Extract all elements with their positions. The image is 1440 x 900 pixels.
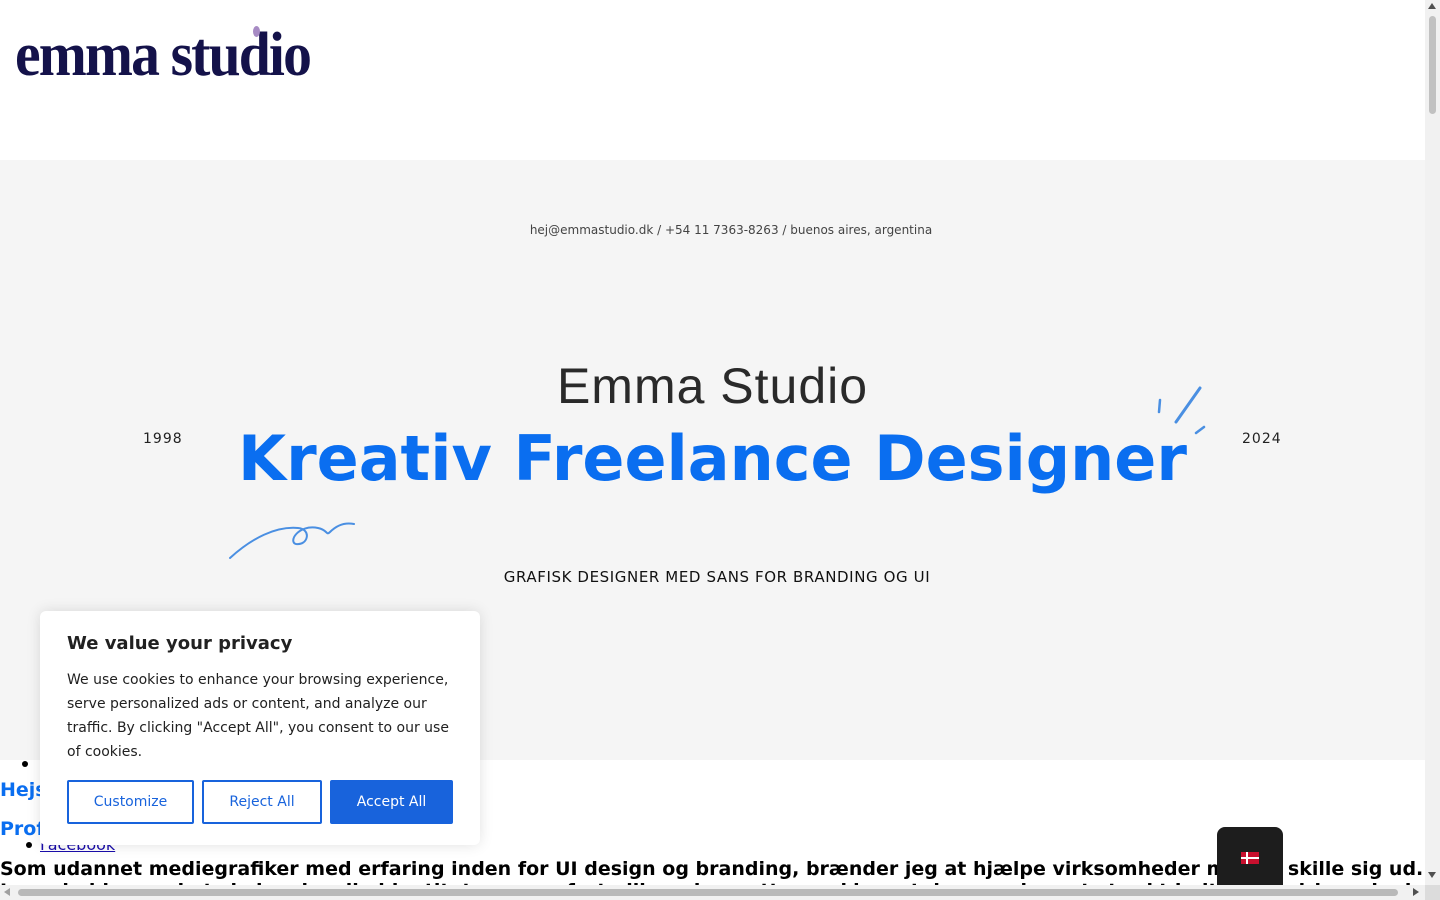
- page: emma studio hej@emmastudio.dk / +54 11 7…: [0, 0, 1440, 900]
- logo[interactable]: emma studio: [15, 18, 312, 92]
- customize-button[interactable]: Customize: [67, 780, 194, 824]
- hero-tagline: GRAFISK DESIGNER MED SANS FOR BRANDING O…: [503, 568, 931, 586]
- accept-all-button[interactable]: Accept All: [330, 780, 453, 824]
- scrollbar-corner: [1425, 885, 1440, 900]
- scroll-right-icon[interactable]: [1413, 888, 1419, 896]
- cookie-title: We value your privacy: [67, 633, 293, 654]
- horizontal-scrollbar[interactable]: [0, 885, 1425, 900]
- intro-paragraph: Som udannet mediegrafiker med erfaring i…: [0, 858, 1424, 880]
- scroll-down-icon[interactable]: [1428, 872, 1436, 878]
- cookie-consent-banner: We value your privacy We use cookies to …: [40, 611, 480, 845]
- language-switcher[interactable]: [1217, 827, 1283, 887]
- hero-title: Emma Studio: [556, 358, 869, 414]
- contact-line: hej@emmastudio.dk / +54 11 7363-8263 / b…: [529, 223, 933, 237]
- vertical-scrollbar[interactable]: [1425, 0, 1440, 885]
- section-heading-profile: Prof: [0, 818, 45, 840]
- hero-headline: Kreativ Freelance Designer: [238, 422, 1187, 495]
- list-bullet: [26, 842, 32, 848]
- scroll-left-icon[interactable]: [4, 888, 10, 896]
- cookie-description: We use cookies to enhance your browsing …: [67, 672, 449, 760]
- horizontal-scroll-thumb[interactable]: [18, 889, 1398, 896]
- site-header: emma studio: [0, 0, 1425, 160]
- swirl-icon: [229, 522, 355, 559]
- logo-dot-icon: [253, 26, 260, 37]
- reject-all-button[interactable]: Reject All: [202, 780, 322, 824]
- vertical-scroll-thumb[interactable]: [1429, 16, 1436, 114]
- year-end: 2024: [1242, 431, 1282, 447]
- denmark-flag-icon: [1241, 852, 1259, 864]
- list-bullet: [22, 761, 28, 767]
- scroll-up-icon[interactable]: [1428, 3, 1436, 9]
